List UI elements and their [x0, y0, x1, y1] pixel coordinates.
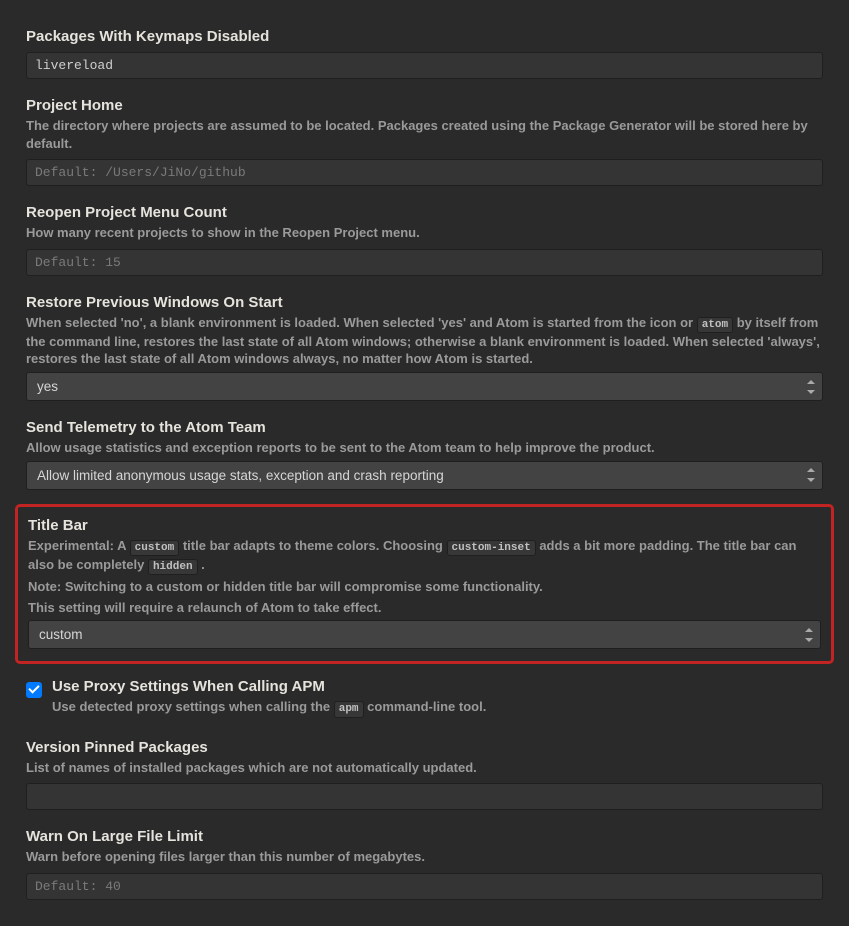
setting-title: Warn On Large File Limit — [26, 828, 823, 845]
code-pill-custom-inset: custom-inset — [447, 540, 536, 556]
title-bar-select-wrap[interactable]: custom — [28, 620, 821, 649]
checkbox-content: Use Proxy Settings When Calling APM Use … — [52, 678, 823, 720]
setting-project-home: Project Home The directory where project… — [26, 97, 823, 186]
setting-telemetry: Send Telemetry to the Atom Team Allow us… — [26, 419, 823, 490]
setting-description: Allow usage statistics and exception rep… — [26, 439, 823, 457]
setting-warn-large-file: Warn On Large File Limit Warn before ope… — [26, 828, 823, 900]
packages-keymaps-input[interactable] — [26, 52, 823, 79]
desc-text: Use detected proxy settings when calling… — [52, 699, 334, 714]
setting-title: Project Home — [26, 97, 823, 114]
setting-reopen-project-count: Reopen Project Menu Count How many recen… — [26, 204, 823, 276]
setting-title: Use Proxy Settings When Calling APM — [52, 678, 823, 695]
version-pinned-input[interactable] — [26, 783, 823, 810]
desc-text: When selected 'no', a blank environment … — [26, 315, 697, 330]
telemetry-select-wrap[interactable]: Allow limited anonymous usage stats, exc… — [26, 461, 823, 490]
restore-windows-select[interactable]: yes — [26, 372, 823, 401]
setting-title: Send Telemetry to the Atom Team — [26, 419, 823, 436]
setting-title: Reopen Project Menu Count — [26, 204, 823, 221]
setting-description: When selected 'no', a blank environment … — [26, 314, 823, 368]
restore-windows-select-wrap[interactable]: yes — [26, 372, 823, 401]
use-proxy-checkbox[interactable] — [26, 682, 42, 698]
warn-large-input[interactable] — [26, 873, 823, 900]
telemetry-select[interactable]: Allow limited anonymous usage stats, exc… — [26, 461, 823, 490]
setting-restore-windows: Restore Previous Windows On Start When s… — [26, 294, 823, 401]
setting-use-proxy: Use Proxy Settings When Calling APM Use … — [26, 678, 823, 720]
setting-description: How many recent projects to show in the … — [26, 224, 823, 242]
desc-text: command-line tool. — [364, 699, 487, 714]
setting-note: Note: Switching to a custom or hidden ti… — [28, 578, 821, 596]
setting-title: Restore Previous Windows On Start — [26, 294, 823, 311]
setting-packages-keymaps-disabled: Packages With Keymaps Disabled — [26, 28, 823, 79]
setting-description: Use detected proxy settings when calling… — [52, 698, 823, 717]
setting-title: Version Pinned Packages — [26, 739, 823, 756]
code-pill-atom: atom — [697, 317, 733, 333]
setting-description: Experimental: A custom title bar adapts … — [28, 537, 821, 576]
setting-version-pinned: Version Pinned Packages List of names of… — [26, 739, 823, 811]
desc-text: Experimental: A — [28, 538, 130, 553]
setting-description: The directory where projects are assumed… — [26, 117, 823, 152]
desc-text: . — [198, 557, 205, 572]
setting-description: List of names of installed packages whic… — [26, 759, 823, 777]
project-home-input[interactable] — [26, 159, 823, 186]
code-pill-custom: custom — [130, 540, 180, 556]
setting-note: This setting will require a relaunch of … — [28, 599, 821, 617]
desc-text: title bar adapts to theme colors. Choosi… — [179, 538, 446, 553]
code-pill-hidden: hidden — [148, 559, 198, 575]
code-pill-apm: apm — [334, 701, 364, 717]
setting-description: Warn before opening files larger than th… — [26, 848, 823, 866]
setting-title: Title Bar — [28, 517, 821, 534]
reopen-count-input[interactable] — [26, 249, 823, 276]
setting-title: Packages With Keymaps Disabled — [26, 28, 823, 45]
title-bar-select[interactable]: custom — [28, 620, 821, 649]
highlighted-setting-title-bar: Title Bar Experimental: A custom title b… — [15, 504, 834, 665]
